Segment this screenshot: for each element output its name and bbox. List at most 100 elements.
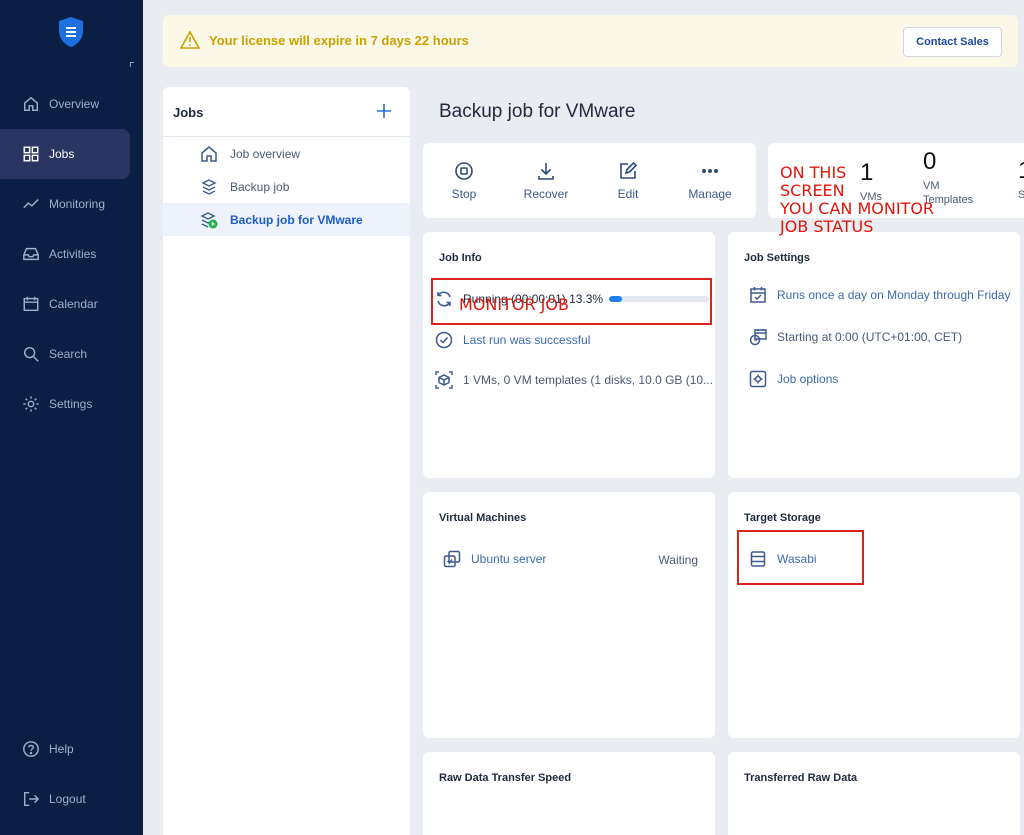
virtual-machines-title: Virtual Machines xyxy=(439,512,527,524)
page-title: Backup job for VMware xyxy=(439,101,636,122)
sidebar-item-logout[interactable]: Logout xyxy=(0,774,130,824)
job-summary-row: 1 VMs, 0 VM templates (1 disks, 10.0 GB … xyxy=(435,371,713,389)
sidebar-item-search[interactable]: Search xyxy=(0,329,130,379)
add-job-icon[interactable] xyxy=(375,102,393,120)
annotation-line: JOB STATUS xyxy=(780,217,874,236)
sidebar-item-label: Overview xyxy=(49,97,100,111)
sidebar-item-settings[interactable]: Settings xyxy=(0,379,130,429)
collapse-sidebar-icon[interactable] xyxy=(130,62,134,67)
tree-item-label: Backup job xyxy=(230,179,290,194)
home-icon xyxy=(21,94,41,114)
sidebar-item-label: Activities xyxy=(49,247,97,261)
transferred-data-card: Transferred Raw Data xyxy=(728,752,1020,835)
job-toolbar: Stop Recover Edit Manage xyxy=(423,143,756,218)
start-time-text: Starting at 0:00 (UTC+01:00, CET) xyxy=(777,330,963,344)
running-backup-icon xyxy=(200,211,218,228)
tree-item-job-overview[interactable]: Job overview xyxy=(163,137,410,170)
vm-name-link[interactable]: Ubuntu server xyxy=(471,552,546,566)
target-storage-card: Target Storage Wasabi xyxy=(728,492,1020,738)
jobs-title: Jobs xyxy=(173,105,204,120)
manage-button[interactable]: Manage xyxy=(675,143,745,218)
logout-icon xyxy=(21,789,41,809)
cube-icon xyxy=(435,371,453,389)
annotation-screen-note: ON THIS SCREEN YOU CAN MONITOR JOB STATU… xyxy=(780,164,934,236)
schedule-row: Runs once a day on Monday through Friday xyxy=(749,286,1010,304)
backup-stack-icon xyxy=(201,178,217,195)
gear-icon xyxy=(21,394,41,414)
grid-icon xyxy=(21,144,41,164)
calendar-clock-icon xyxy=(749,329,767,346)
virtual-machines-card: Virtual Machines Ubuntu server Waiting xyxy=(423,492,715,738)
license-message: Your license will expire in 7 days 22 ho… xyxy=(209,33,469,48)
last-run-row: Last run was successful xyxy=(435,331,590,349)
sidebar-item-label: Monitoring xyxy=(49,197,106,211)
tree-item-backup-job[interactable]: Backup job xyxy=(163,170,410,203)
job-settings-card: Job Settings Runs once a day on Monday t… xyxy=(728,232,1020,478)
annotation-line: SCREEN xyxy=(780,181,845,200)
job-options-link[interactable]: Job options xyxy=(777,372,838,386)
calendar-icon xyxy=(21,294,41,314)
inbox-icon xyxy=(21,244,41,264)
job-info-card: Job Info Running (00:00:01) 13.3% Last r… xyxy=(423,232,715,478)
sidebar-item-label: Logout xyxy=(49,792,86,806)
annotation-box-storage xyxy=(737,530,864,585)
stop-icon xyxy=(455,161,473,180)
stop-button[interactable]: Stop xyxy=(429,143,499,218)
sidebar-item-overview[interactable]: Overview xyxy=(0,79,130,129)
help-icon xyxy=(21,739,41,759)
recover-label: Recover xyxy=(523,186,569,201)
license-banner: Your license will expire in 7 days 22 ho… xyxy=(163,15,1018,67)
job-options-row: Job options xyxy=(749,370,838,388)
download-icon xyxy=(538,162,554,180)
trend-icon xyxy=(21,194,41,214)
annotation-line: YOU CAN MONITOR xyxy=(780,199,935,218)
start-time-row: Starting at 0:00 (UTC+01:00, CET) xyxy=(749,328,962,346)
job-settings-title: Job Settings xyxy=(744,252,811,264)
raw-speed-card: Raw Data Transfer Speed xyxy=(423,752,715,835)
options-gear-icon xyxy=(749,370,767,388)
vm-row[interactable]: Ubuntu server xyxy=(443,550,546,568)
job-info-title: Job Info xyxy=(439,252,482,264)
schedule-link[interactable]: Runs once a day on Monday through Friday xyxy=(777,288,1010,302)
raw-speed-title: Raw Data Transfer Speed xyxy=(439,772,572,784)
tree-item-label: Job overview xyxy=(230,146,301,161)
job-summary-text: 1 VMs, 0 VM templates (1 disks, 10.0 GB … xyxy=(463,373,714,387)
sidebar-item-calendar[interactable]: Calendar xyxy=(0,279,130,329)
shield-logo-icon xyxy=(59,17,83,47)
edit-icon xyxy=(620,161,638,179)
annotation-monitor-job: MONITOR JOB xyxy=(459,295,569,314)
target-storage-title: Target Storage xyxy=(744,512,821,524)
vm-status: Waiting xyxy=(658,553,698,567)
sidebar-item-help[interactable]: Help xyxy=(0,724,130,774)
stat-third: 1 S xyxy=(1018,157,1024,201)
vm-icon xyxy=(443,550,461,568)
manage-label: Manage xyxy=(688,186,732,201)
sidebar: Overview Jobs Monitoring Activities Cale… xyxy=(0,0,143,835)
jobs-header: Jobs xyxy=(163,87,410,137)
annotation-line: ON THIS xyxy=(780,163,847,182)
home-icon xyxy=(201,145,217,162)
stop-label: Stop xyxy=(451,186,477,201)
warning-icon xyxy=(180,31,200,49)
sidebar-item-monitoring[interactable]: Monitoring xyxy=(0,179,130,229)
sidebar-item-label: Search xyxy=(49,347,88,361)
sidebar-item-activities[interactable]: Activities xyxy=(0,229,130,279)
calendar-check-icon xyxy=(750,287,766,303)
jobs-panel: Jobs Job overview Backup job Backup job … xyxy=(163,87,410,835)
edit-label: Edit xyxy=(617,186,639,201)
third-label: S xyxy=(1018,189,1024,201)
sidebar-item-label: Jobs xyxy=(49,147,75,161)
tree-item-backup-job-vmware[interactable]: Backup job for VMware xyxy=(163,203,410,236)
contact-sales-button[interactable]: Contact Sales xyxy=(903,27,1002,57)
third-count: 1 xyxy=(1018,157,1024,185)
search-icon xyxy=(21,344,41,364)
transferred-data-title: Transferred Raw Data xyxy=(744,772,858,784)
check-circle-icon xyxy=(435,331,453,349)
sidebar-item-label: Settings xyxy=(49,397,93,411)
tree-item-label: Backup job for VMware xyxy=(230,212,363,227)
sidebar-item-jobs[interactable]: Jobs xyxy=(0,129,130,179)
last-run-link[interactable]: Last run was successful xyxy=(463,333,590,347)
sidebar-item-label: Help xyxy=(49,742,74,756)
recover-button[interactable]: Recover xyxy=(511,143,581,218)
edit-button[interactable]: Edit xyxy=(593,143,663,218)
